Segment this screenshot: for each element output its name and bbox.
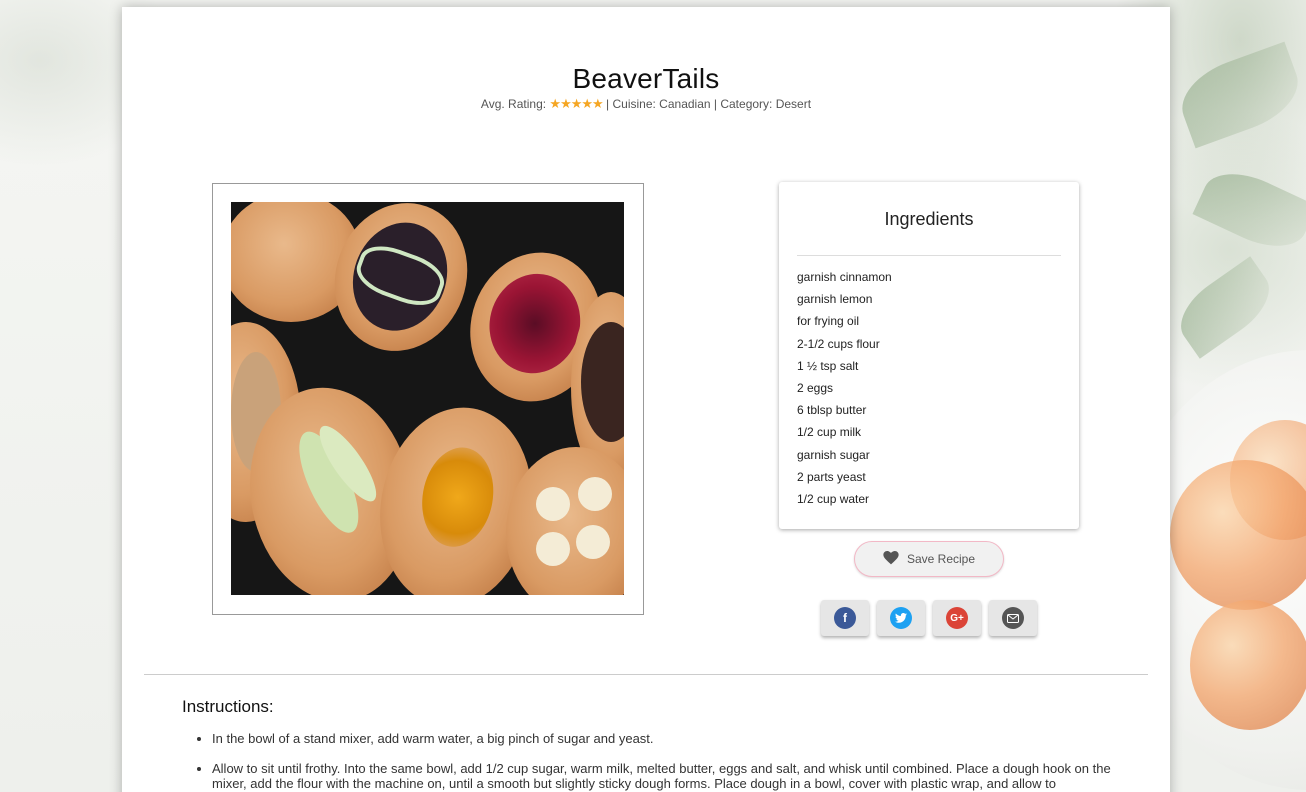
share-facebook-button[interactable]: f bbox=[821, 600, 869, 636]
instruction-step: In the bowl of a stand mixer, add warm w… bbox=[212, 731, 1142, 746]
heart-icon bbox=[883, 550, 899, 568]
recipe-meta: Avg. Rating: ★★★★★ | Cuisine: Canadian |… bbox=[122, 96, 1170, 112]
email-icon bbox=[1002, 607, 1024, 629]
instructions-list: In the bowl of a stand mixer, add warm w… bbox=[182, 731, 1142, 792]
facebook-icon: f bbox=[834, 607, 856, 629]
cuisine-category: | Cuisine: Canadian | Category: Desert bbox=[606, 97, 812, 111]
background-leaf bbox=[1192, 159, 1306, 261]
rating-label: Avg. Rating: bbox=[480, 97, 547, 111]
ingredients-list: garnish cinnamon garnish lemon for fryin… bbox=[797, 266, 892, 510]
share-email-button[interactable] bbox=[989, 600, 1037, 636]
ingredient-item: for frying oil bbox=[797, 314, 860, 329]
star-rating[interactable]: ★★★★★ bbox=[549, 96, 603, 111]
ingredient-item: garnish sugar bbox=[797, 447, 870, 462]
ingredients-heading: Ingredients bbox=[884, 209, 974, 229]
ingredient-item: 2-1/2 cups flour bbox=[797, 336, 880, 351]
ingredient-item: 2 parts yeast bbox=[797, 469, 866, 484]
google-plus-icon: G+ bbox=[946, 607, 968, 629]
twitter-icon bbox=[890, 607, 912, 629]
ingredients-panel: Ingredients garnish cinnamon garnish lem… bbox=[779, 182, 1079, 529]
recipe-title: BeaverTails bbox=[572, 63, 720, 94]
background-leaf bbox=[1171, 41, 1306, 149]
background-leaf bbox=[1168, 256, 1282, 359]
share-google-plus-button[interactable]: G+ bbox=[933, 600, 981, 636]
share-buttons: f G+ bbox=[821, 600, 1037, 636]
recipe-photo-frame bbox=[212, 183, 644, 615]
recipe-photo bbox=[231, 202, 624, 595]
recipe-card: BeaverTails Avg. Rating: ★★★★★ | Cuisine… bbox=[122, 7, 1170, 792]
save-recipe-button[interactable]: Save Recipe bbox=[854, 541, 1004, 577]
ingredient-item: 1 ½ tsp salt bbox=[797, 358, 859, 373]
ingredient-item: 1/2 cup milk bbox=[797, 425, 862, 440]
instructions-heading: Instructions: bbox=[182, 697, 274, 716]
ingredients-divider bbox=[797, 255, 1061, 256]
ingredient-item: garnish cinnamon bbox=[797, 270, 892, 284]
ingredient-item: 6 tblsp butter bbox=[797, 403, 867, 418]
section-divider bbox=[144, 674, 1148, 675]
ingredient-item: 1/2 cup water bbox=[797, 491, 870, 506]
share-twitter-button[interactable] bbox=[877, 600, 925, 636]
ingredient-item: garnish lemon bbox=[797, 292, 873, 307]
ingredient-item: 2 eggs bbox=[797, 380, 834, 395]
background-peach bbox=[1190, 600, 1306, 730]
instruction-step: Allow to sit until frothy. Into the same… bbox=[212, 761, 1142, 791]
save-recipe-label: Save Recipe bbox=[906, 552, 976, 566]
